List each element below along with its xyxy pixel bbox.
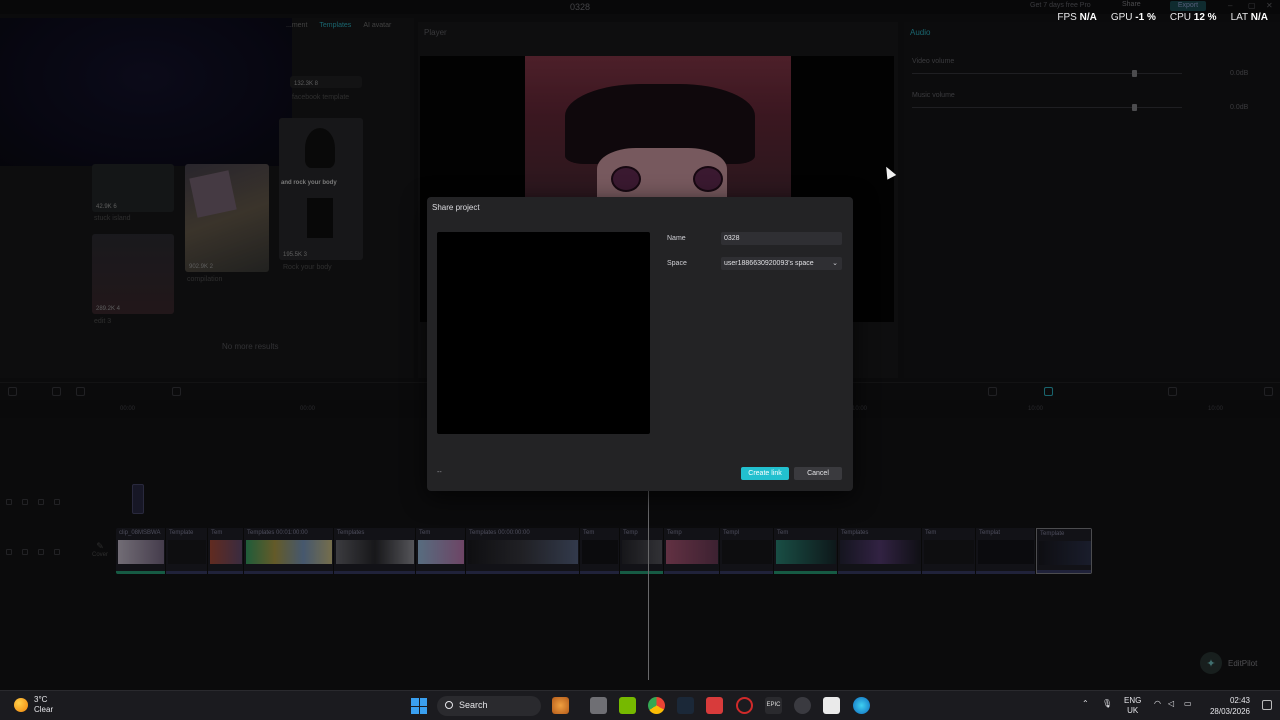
opera-icon[interactable]: [736, 697, 753, 714]
windows-start-icon[interactable]: [411, 698, 427, 714]
space-select[interactable]: user1886630920093's space ⌄: [721, 257, 842, 270]
search-icon: [445, 701, 453, 709]
cpu-stat: CPU 12 %: [1169, 12, 1217, 23]
taskbar-search[interactable]: Search: [437, 696, 541, 716]
chevron-up-icon[interactable]: ⌃: [1082, 699, 1089, 709]
volume-icon[interactable]: ◁: [1168, 699, 1174, 709]
weather-widget[interactable]: 3°C Clear: [14, 695, 53, 715]
mic-tray-icon[interactable]: 🎙: [1102, 699, 1112, 709]
space-label: Space: [667, 260, 687, 267]
link-status: --: [437, 469, 442, 476]
steam-icon[interactable]: [677, 697, 694, 714]
latency-stat: LAT N/A: [1230, 12, 1268, 23]
battery-icon[interactable]: ▭: [1184, 699, 1192, 709]
cancel-button[interactable]: Cancel: [794, 467, 842, 480]
gpu-stat: GPU -1 %: [1110, 12, 1156, 23]
chevron-down-icon: ⌄: [832, 260, 838, 267]
editor-app: 0328 Get 7 days free Pro Share Export – …: [0, 0, 1280, 690]
share-project-dialog: Share project Name Space user18866309200…: [427, 197, 853, 491]
weather-condition: Clear: [34, 705, 54, 714]
language-indicator[interactable]: ENG UK: [1124, 696, 1141, 716]
dialog-title: Share project: [432, 203, 480, 212]
search-label: Search: [459, 700, 488, 710]
weather-temp: 3°C: [34, 695, 48, 704]
fps-stat: FPS N/A: [1057, 12, 1097, 23]
system-clock[interactable]: 02:43 28/03/2026: [1206, 695, 1250, 717]
capcut-icon[interactable]: [823, 697, 840, 714]
windows-taskbar: 3°C Clear Search EPIC ⌃ 🎙 ENG UK ◠ ◁ ▭ 0…: [0, 690, 1280, 720]
space-select-value: user1886630920093's space: [724, 260, 814, 267]
weather-text: 3°C Clear: [34, 695, 53, 715]
epic-games-icon[interactable]: EPIC: [765, 697, 782, 714]
file-explorer-icon[interactable]: [590, 697, 607, 714]
notification-icon[interactable]: [1262, 700, 1272, 710]
game-app-icon[interactable]: [552, 697, 569, 714]
wifi-icon[interactable]: ◠: [1154, 699, 1161, 709]
clock-time: 02:43: [1229, 696, 1250, 705]
name-label: Name: [667, 235, 686, 242]
edge-icon[interactable]: [853, 697, 870, 714]
project-preview: [437, 232, 650, 434]
performance-overlay: FPS N/A GPU -1 % CPU 12 % LAT N/A: [1057, 12, 1268, 23]
sun-icon: [14, 698, 28, 712]
nvidia-icon[interactable]: [619, 697, 636, 714]
media-app-icon[interactable]: [706, 697, 723, 714]
github-icon[interactable]: [794, 697, 811, 714]
create-link-button[interactable]: Create link: [741, 467, 789, 480]
chrome-icon[interactable]: [648, 697, 665, 714]
name-field[interactable]: [721, 232, 842, 245]
clock-date: 28/03/2026: [1209, 707, 1250, 716]
